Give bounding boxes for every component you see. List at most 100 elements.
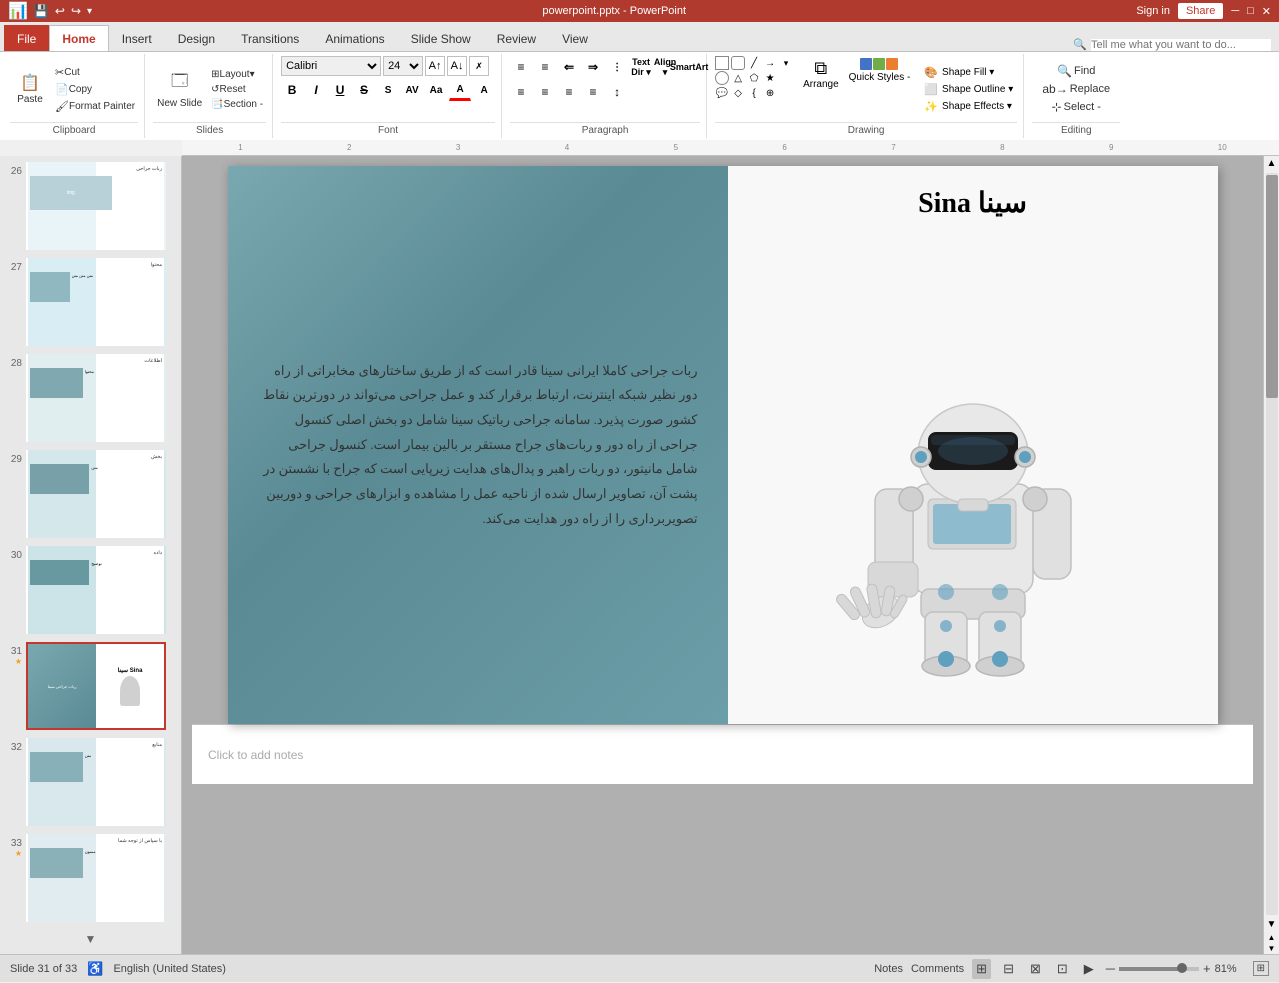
new-slide-button[interactable]: 🗔 New Slide (153, 68, 206, 111)
strikethrough-button[interactable]: S (353, 79, 375, 101)
cut-button[interactable]: ✂ Cut (52, 65, 138, 80)
font-size-select[interactable]: 24 (383, 56, 423, 76)
shape-effects-button[interactable]: ✨ Shape Effects ▾ (920, 99, 1017, 114)
select-button[interactable]: ⊹ Select - (1049, 99, 1104, 115)
align-right-button[interactable]: ≡ (558, 81, 580, 103)
comments-button[interactable]: Comments (911, 963, 964, 975)
replace-button[interactable]: ab→ Replace (1039, 81, 1113, 97)
zoom-level[interactable]: 81% (1215, 963, 1245, 975)
paste-button[interactable]: 📋 Paste (10, 71, 50, 107)
minimize-button[interactable]: ─ (1231, 5, 1239, 17)
shape-flowchart[interactable]: ◇ (731, 86, 745, 100)
shape-star[interactable]: ★ (763, 71, 777, 85)
tab-home[interactable]: Home (49, 25, 108, 51)
fit-slide-button[interactable]: ⊞ (1253, 961, 1269, 976)
italic-button[interactable]: I (305, 79, 327, 101)
shape-callout[interactable]: 💬 (715, 86, 729, 100)
align-left-button[interactable]: ≡ (510, 81, 532, 103)
slide-thumb-29[interactable]: 29 بخش متن (4, 448, 177, 540)
language[interactable]: English (United States) (113, 963, 226, 975)
slide-left-panel[interactable]: ربات جراحی کاملا ایرانی سینا قادر است که… (228, 166, 728, 724)
font-color-button[interactable]: A (449, 79, 471, 101)
notes-area[interactable]: Click to add notes (192, 724, 1253, 784)
shape-more[interactable]: ▾ (779, 56, 793, 70)
tab-insert[interactable]: Insert (109, 25, 165, 51)
reset-button[interactable]: ↺ Reset (208, 83, 266, 96)
slide-thumb-33[interactable]: 33 با سپاس از توجه شما ممنون (4, 832, 177, 924)
scroll-arrow-1[interactable]: ▲ (1267, 932, 1277, 943)
shape-rect[interactable] (715, 56, 729, 70)
slide-thumb-31[interactable]: 31 ربات جراحی سینا سینا Sina (4, 640, 177, 732)
scroll-down-button[interactable]: ▼ (1265, 917, 1279, 932)
line-spacing-button[interactable]: ↕ (606, 81, 628, 103)
slide-thumb-32[interactable]: 32 منابع متن (4, 736, 177, 828)
quick-access-save[interactable]: 💾 (34, 4, 49, 18)
underline-button[interactable]: U (329, 79, 351, 101)
columns-button[interactable]: ⋮ (606, 56, 628, 78)
view-normal-button[interactable]: ⊞ (972, 959, 991, 979)
quick-access-redo[interactable]: ↪ (71, 4, 81, 18)
text-direction-button[interactable]: Text Dir ▾ (630, 56, 652, 78)
slide-container[interactable]: ربات جراحی کاملا ایرانی سینا قادر است که… (228, 166, 1218, 724)
view-presenter-button[interactable]: ▶ (1080, 959, 1098, 979)
center-button[interactable]: ≡ (534, 81, 556, 103)
tab-animations[interactable]: Animations (312, 25, 397, 51)
shape-line[interactable]: ╱ (747, 56, 761, 70)
clear-format-button[interactable]: ✗ (469, 56, 489, 76)
zoom-control[interactable]: ─ + 81% (1106, 961, 1245, 976)
maximize-button[interactable]: □ (1247, 5, 1254, 17)
scroll-up-button[interactable]: ▲ (1265, 156, 1279, 171)
share-button[interactable]: Share (1178, 3, 1223, 19)
zoom-out-icon[interactable]: ─ (1106, 961, 1115, 976)
slide-body-text[interactable]: ربات جراحی کاملا ایرانی سینا قادر است که… (258, 359, 698, 532)
notes-button[interactable]: Notes (874, 963, 903, 975)
view-slide-sorter-button[interactable]: ⊠ (1026, 959, 1045, 979)
section-button[interactable]: 📑 Section - (208, 98, 266, 111)
zoom-in-icon[interactable]: + (1203, 961, 1211, 976)
shape-rounded[interactable] (731, 56, 745, 70)
shape-extra[interactable]: ⊕ (763, 86, 777, 100)
tab-file[interactable]: File (4, 25, 49, 51)
view-outline-button[interactable]: ⊟ (999, 959, 1018, 979)
shape-brace[interactable]: { (747, 86, 761, 100)
shadow-button[interactable]: S (377, 79, 399, 101)
decrease-indent-button[interactable]: ⇐ (558, 56, 580, 78)
shape-oval[interactable] (715, 71, 729, 85)
char-spacing-button[interactable]: AV (401, 79, 423, 101)
tab-design[interactable]: Design (165, 25, 228, 51)
copy-button[interactable]: 📄 Copy (52, 82, 138, 97)
numbering-button[interactable]: ≡ (534, 56, 556, 78)
font-family-select[interactable]: Calibri (281, 56, 381, 76)
shape-pentagon[interactable]: ⬠ (747, 71, 761, 85)
panel-scroll-down[interactable]: ▼ (4, 928, 177, 950)
quick-access-undo[interactable]: ↩ (55, 4, 65, 18)
slide-thumb-28[interactable]: 28 اطلاعات محتوا (4, 352, 177, 444)
slide-thumb-30[interactable]: 30 داده توضیح (4, 544, 177, 636)
smartart-button[interactable]: SmartArt (678, 56, 700, 78)
bold-button[interactable]: B (281, 79, 303, 101)
tab-view[interactable]: View (549, 25, 601, 51)
close-button[interactable]: ✕ (1262, 5, 1271, 18)
shape-fill-button[interactable]: 🎨 Shape Fill ▾ (920, 65, 1017, 80)
decrease-font-button[interactable]: A↓ (447, 56, 467, 76)
highlight-button[interactable]: A (473, 79, 495, 101)
slide-right-panel[interactable]: سینا Sina (728, 166, 1218, 724)
justify-button[interactable]: ≡ (582, 81, 604, 103)
tell-me-input[interactable] (1091, 39, 1271, 51)
arrange-button[interactable]: ⧉ Arrange (799, 56, 843, 122)
tab-transitions[interactable]: Transitions (228, 25, 312, 51)
layout-button[interactable]: ⊞ Layout ▾ (208, 68, 266, 81)
accessibility-icon[interactable]: ♿ (87, 961, 103, 977)
tab-slideshow[interactable]: Slide Show (398, 25, 484, 51)
scroll-arrow-2[interactable]: ▼ (1267, 943, 1277, 954)
notes-placeholder[interactable]: Click to add notes (208, 748, 303, 762)
bullets-button[interactable]: ≡ (510, 56, 532, 78)
view-reading-button[interactable]: ⊡ (1053, 959, 1072, 979)
increase-font-button[interactable]: A↑ (425, 56, 445, 76)
uppercase-button[interactable]: Aa (425, 79, 447, 101)
format-painter-button[interactable]: 🖌 Format Painter (52, 99, 138, 114)
increase-indent-button[interactable]: ⇒ (582, 56, 604, 78)
right-scrollbar[interactable]: ▲ ▼ ▲ ▼ (1263, 156, 1279, 954)
slide-thumb-26[interactable]: 26 ربات جراحی img (4, 160, 177, 252)
shape-outline-button[interactable]: ⬜ Shape Outline ▾ (920, 82, 1017, 97)
